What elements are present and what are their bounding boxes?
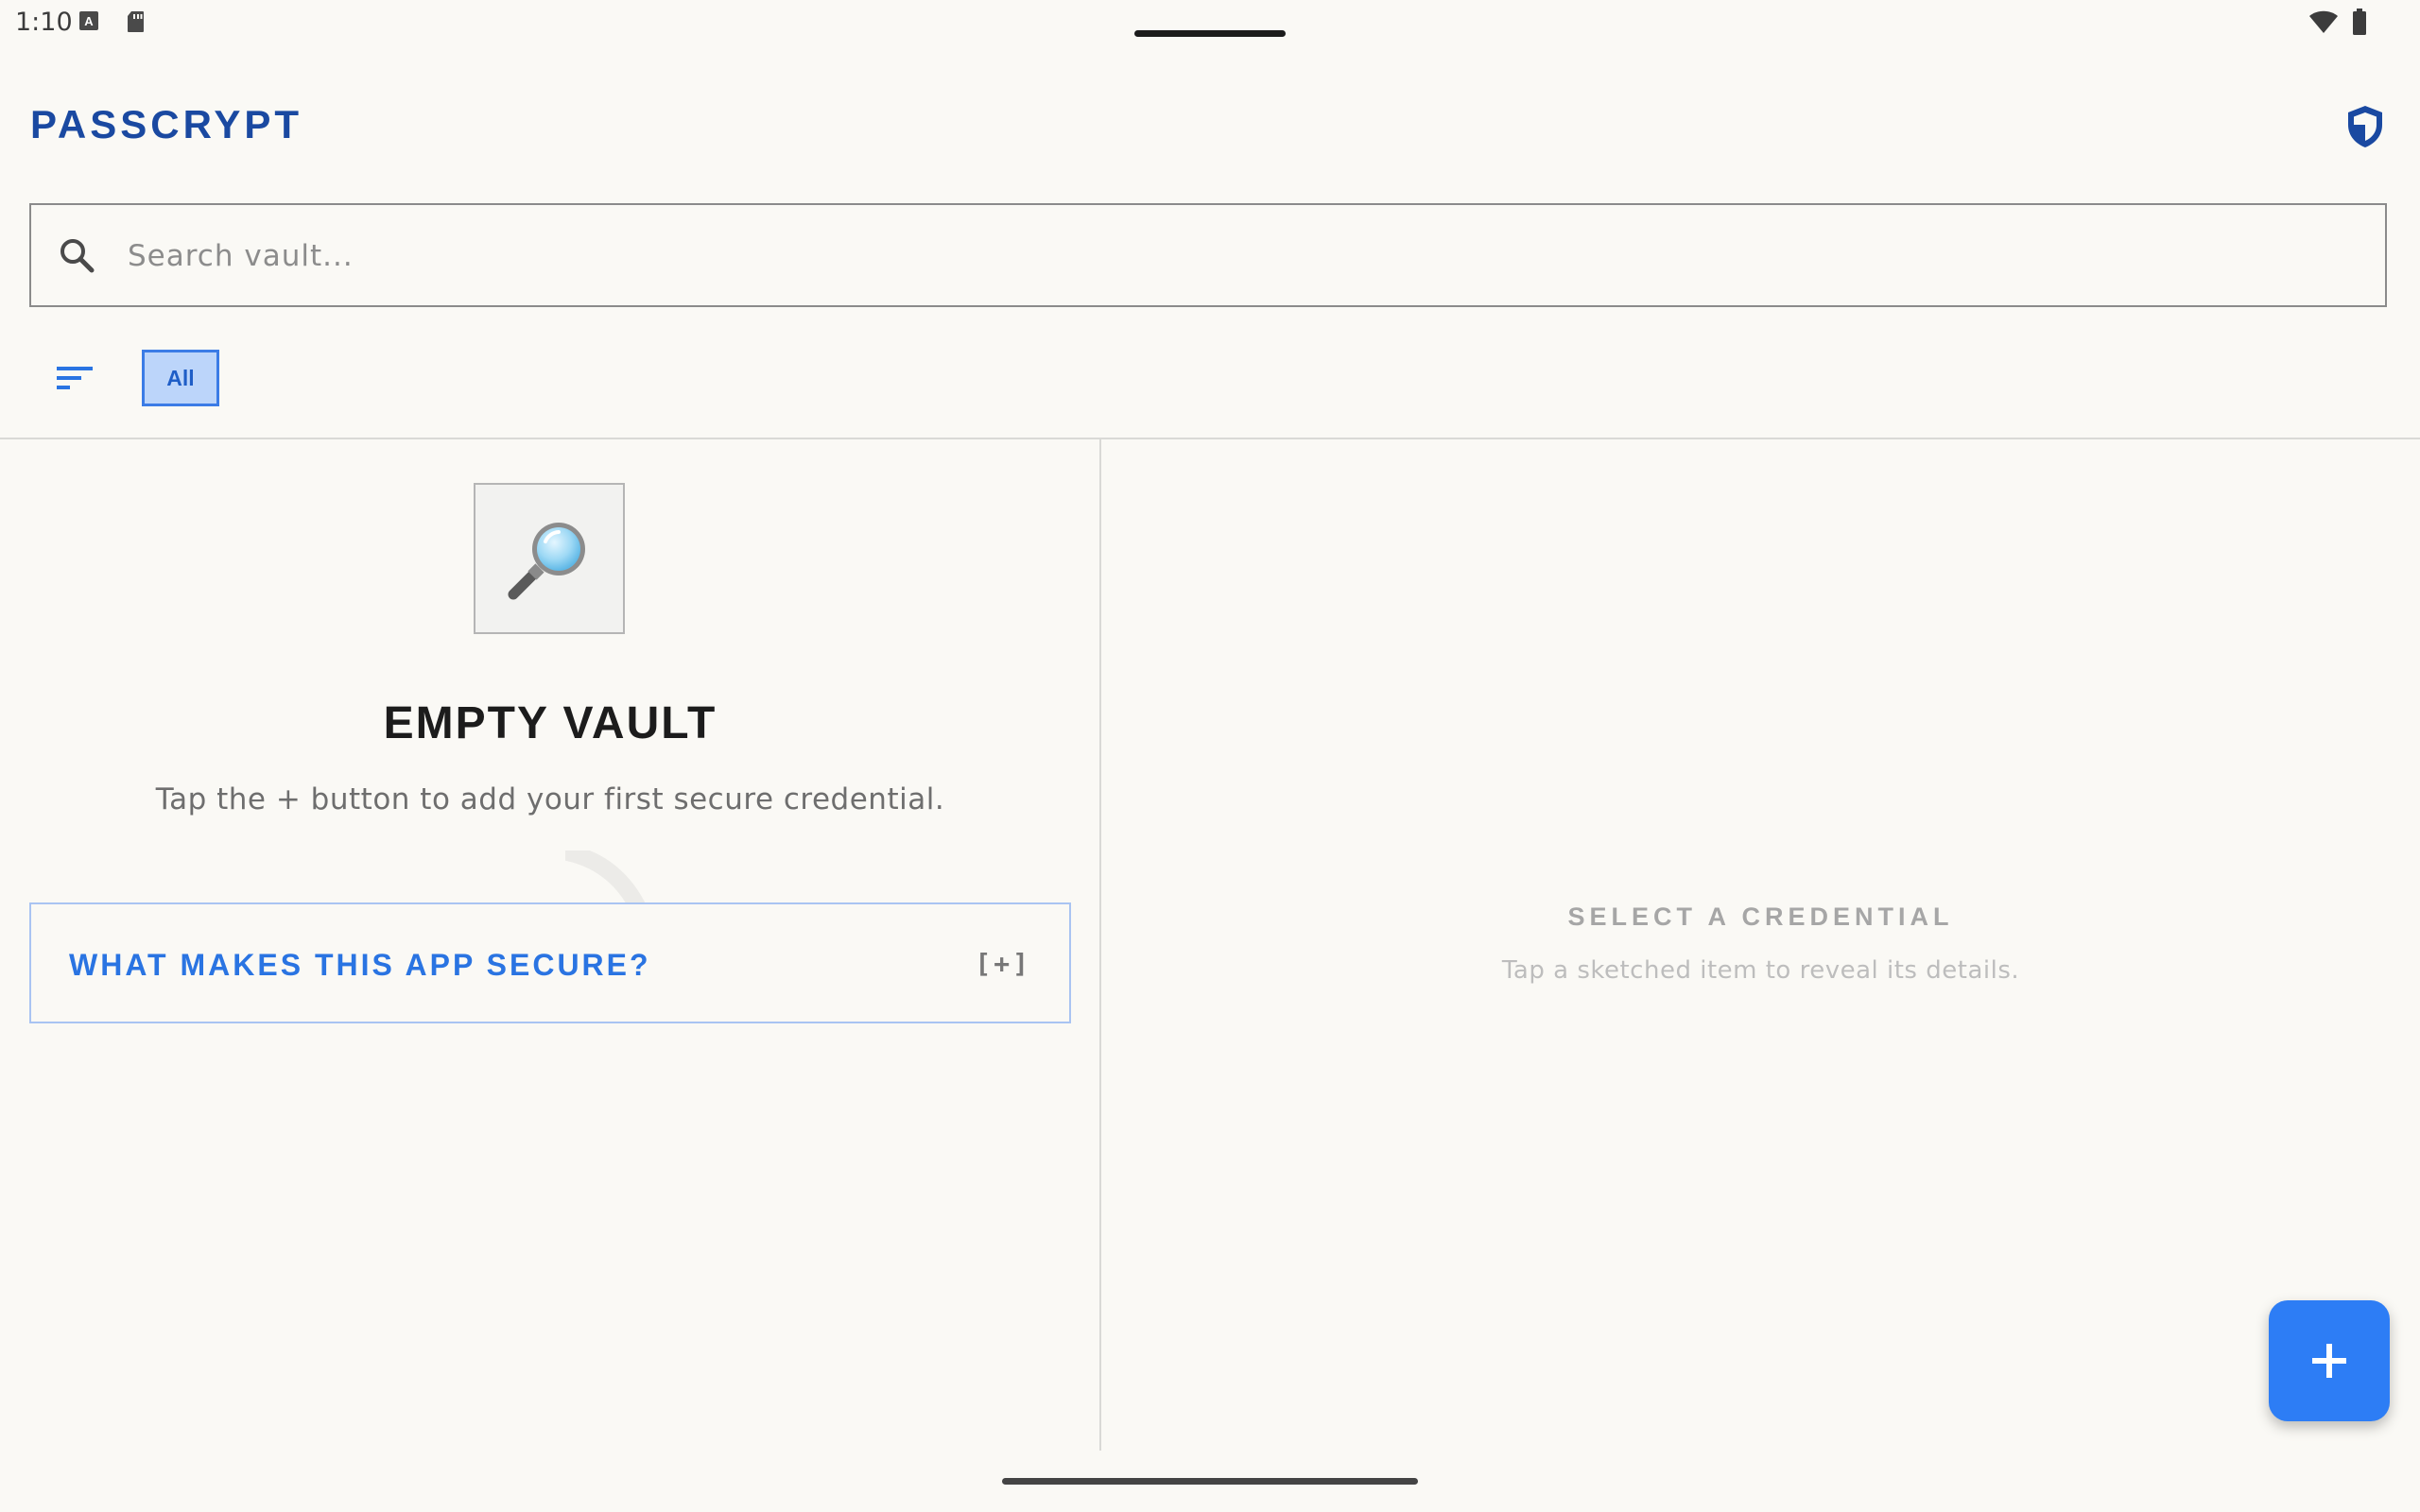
sd-card-icon <box>128 11 144 32</box>
filter-chip-all[interactable]: All <box>142 350 219 406</box>
add-credential-button[interactable] <box>2269 1300 2390 1421</box>
security-info-expander[interactable]: WHAT MAKES THIS APP SECURE? [+] <box>29 902 1071 1023</box>
app-root: 1:10 A PASSCRYPT Search vault... All EMP… <box>0 0 2420 1512</box>
shield-icon[interactable] <box>2344 104 2386 149</box>
empty-state-illustration <box>474 483 625 634</box>
sort-icon[interactable] <box>53 359 98 397</box>
search-box[interactable] <box>29 203 2387 307</box>
wifi-icon <box>2309 10 2338 33</box>
pane-divider <box>1099 439 1101 1451</box>
detail-placeholder-title: SELECT A CREDENTIAL <box>1567 902 1954 931</box>
search-icon <box>60 239 95 273</box>
empty-state-subtitle: Tap the + button to add your first secur… <box>155 782 945 816</box>
status-bar: 1:10 A <box>0 0 2420 45</box>
plus-icon <box>2312 1344 2346 1378</box>
search-input[interactable] <box>126 224 2304 288</box>
battery-icon <box>2353 9 2366 35</box>
magnifying-glass-icon <box>508 523 585 600</box>
expand-toggle[interactable]: [+] <box>975 948 1031 979</box>
keyboard-a-icon: A <box>79 11 98 30</box>
app-title: PASSCRYPT <box>30 102 303 146</box>
detail-placeholder-subtitle: Tap a sketched item to reveal its detail… <box>1501 956 2020 985</box>
filter-chip-label: All <box>166 365 195 390</box>
navigation-handle[interactable] <box>1002 1478 1418 1485</box>
top-drag-handle[interactable] <box>1134 30 1286 37</box>
security-info-label: WHAT MAKES THIS APP SECURE? <box>69 948 651 982</box>
status-time: 1:10 <box>15 8 73 37</box>
header-divider <box>0 438 2420 439</box>
empty-state-title: EMPTY VAULT <box>383 698 717 748</box>
